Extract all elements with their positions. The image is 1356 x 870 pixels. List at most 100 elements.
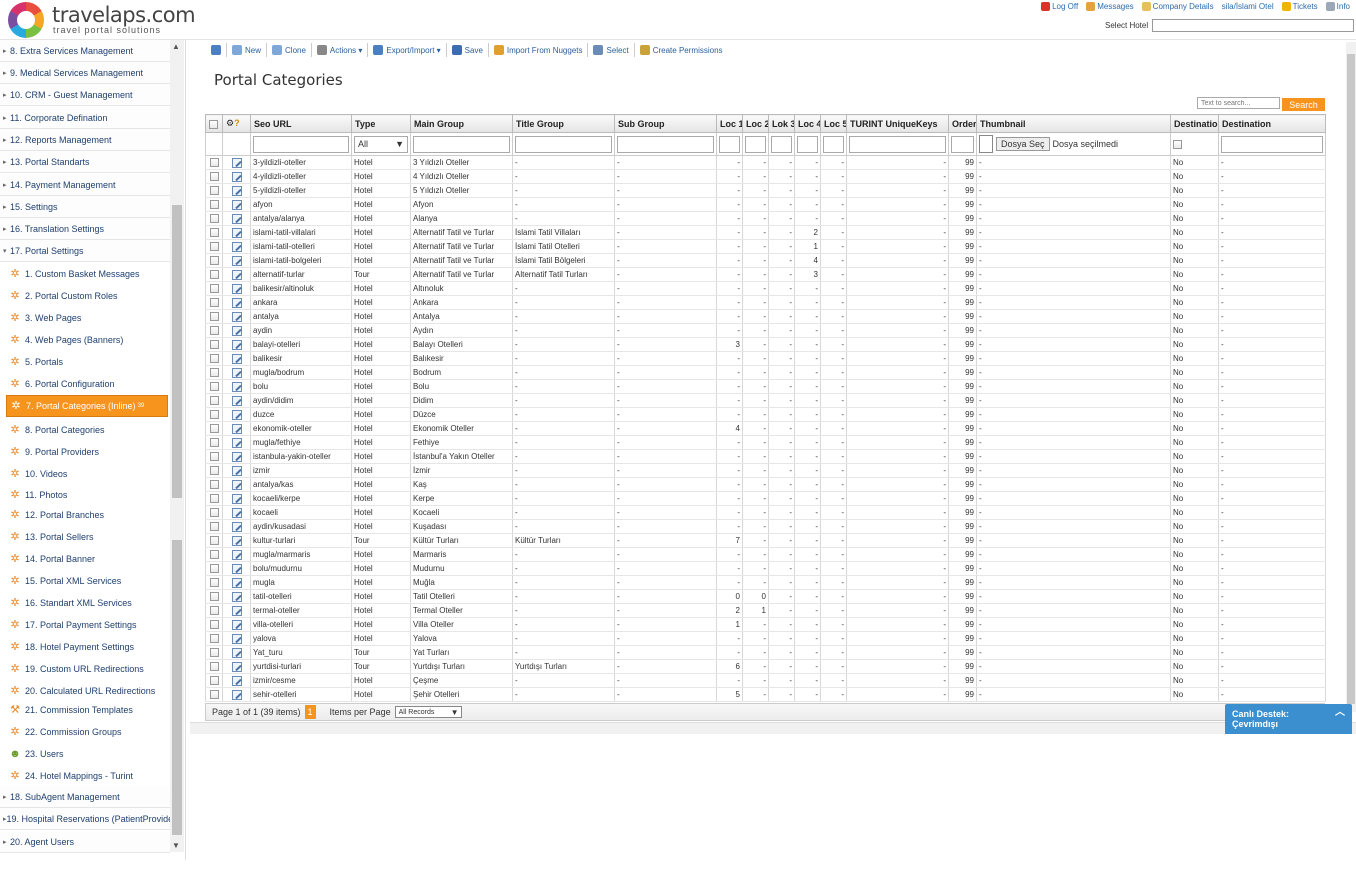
row-checkbox[interactable] bbox=[209, 172, 219, 182]
table-row[interactable]: aydin/didim Hotel Didim - - - - - - - -99- No - bbox=[205, 393, 1326, 408]
table-row[interactable]: yurtdisi-turlari Tour Yurtdışı Turları Yurt… bbox=[205, 659, 1326, 674]
table-row[interactable]: antalya/alanya Hotel Alanya - - - - - - - -99- No - bbox=[205, 211, 1326, 226]
table-row[interactable]: islami-tatil-bolgeleri Hotel Alternatif Ta… bbox=[205, 253, 1326, 268]
edit-icon[interactable] bbox=[231, 213, 242, 224]
filter-input[interactable] bbox=[515, 135, 612, 153]
edit-icon[interactable] bbox=[231, 661, 242, 672]
row-checkbox[interactable] bbox=[209, 662, 219, 672]
table-row[interactable]: kocaeli/kerpe Hotel Kerpe - - - - - - - -99- No - bbox=[205, 491, 1326, 506]
row-checkbox[interactable] bbox=[209, 452, 219, 462]
checkbox-icon[interactable] bbox=[209, 119, 218, 129]
table-row[interactable]: bolu/mudurnu Hotel Mudurnu - - - - - - - -99- No - bbox=[205, 561, 1326, 576]
sidebar-subitem-2[interactable]: ✲ 2. Portal Custom Roles bbox=[0, 285, 170, 307]
filter-input[interactable] bbox=[849, 135, 946, 153]
row-checkbox[interactable] bbox=[209, 214, 219, 224]
table-row[interactable]: aydin Hotel Aydın - - - - - - - -99- No - bbox=[205, 323, 1326, 338]
sidebar-item-14[interactable]: ▸ 14. Payment Management bbox=[0, 174, 170, 196]
edit-icon[interactable] bbox=[231, 227, 242, 238]
column-header-11[interactable]: Loc 5 bbox=[820, 114, 847, 133]
sidebar-subitem-24[interactable]: ✲ 24. Hotel Mappings - Turint bbox=[0, 765, 170, 787]
settings-icon[interactable]: ⚙ bbox=[226, 118, 234, 128]
vertical-scrollbar[interactable] bbox=[1346, 42, 1356, 712]
edit-icon[interactable] bbox=[231, 577, 242, 588]
search-button[interactable]: Search bbox=[1282, 98, 1325, 111]
toolbar-button-select[interactable]: Select bbox=[588, 43, 635, 57]
sidebar-subitem-18[interactable]: ✲ 18. Hotel Payment Settings bbox=[0, 636, 170, 658]
sidebar-subitem-14[interactable]: ✲ 14. Portal Banner bbox=[0, 548, 170, 570]
edit-icon[interactable] bbox=[231, 269, 242, 280]
row-checkbox[interactable] bbox=[209, 424, 219, 434]
toolbar-button-gear[interactable]: Actions ▾ bbox=[312, 43, 369, 57]
scroll-down-icon[interactable]: ▼ bbox=[172, 841, 180, 850]
row-checkbox[interactable] bbox=[209, 354, 219, 364]
sidebar-subitem-17[interactable]: ✲ 17. Portal Payment Settings bbox=[0, 614, 170, 636]
column-header-9[interactable]: Lok 3 bbox=[768, 114, 795, 133]
edit-icon[interactable] bbox=[231, 325, 242, 336]
row-checkbox[interactable] bbox=[209, 620, 219, 630]
row-checkbox[interactable] bbox=[209, 326, 219, 336]
row-checkbox[interactable] bbox=[209, 438, 219, 448]
edit-icon[interactable] bbox=[231, 353, 242, 364]
row-checkbox[interactable] bbox=[209, 648, 219, 658]
column-header-7[interactable]: Loc 1 bbox=[716, 114, 743, 133]
table-row[interactable]: 4-yildizli-oteller Hotel 4 Yıldızlı Otelle… bbox=[205, 169, 1326, 184]
column-header-14[interactable]: Thumbnail bbox=[976, 114, 1171, 133]
row-checkbox[interactable] bbox=[209, 298, 219, 308]
edit-icon[interactable] bbox=[231, 437, 242, 448]
logo[interactable]: travelaps.com travel portal solutions bbox=[8, 2, 196, 38]
row-checkbox[interactable] bbox=[209, 284, 219, 294]
row-checkbox[interactable] bbox=[209, 466, 219, 476]
sidebar-item-17[interactable]: ▾ 17. Portal Settings bbox=[0, 240, 170, 262]
row-checkbox[interactable] bbox=[209, 396, 219, 406]
filter-input[interactable] bbox=[745, 135, 766, 153]
table-row[interactable]: ankara Hotel Ankara - - - - - - - -99- No - bbox=[205, 295, 1326, 310]
column-header-13[interactable]: Order bbox=[948, 114, 977, 133]
edit-icon[interactable] bbox=[231, 619, 242, 630]
edit-icon[interactable] bbox=[231, 241, 242, 252]
table-row[interactable]: istanbula-yakin-oteller Hotel İstanbul'a Y… bbox=[205, 449, 1326, 464]
sidebar-subitem-11[interactable]: ✲ 11. Photos bbox=[0, 484, 170, 506]
sidebar-item-16[interactable]: ▸ 16. Translation Settings bbox=[0, 218, 170, 240]
row-checkbox[interactable] bbox=[209, 242, 219, 252]
row-checkbox[interactable] bbox=[209, 368, 219, 378]
sidebar-subitem-21[interactable]: ⚒ 21. Commission Templates bbox=[0, 699, 170, 721]
edit-icon[interactable] bbox=[231, 521, 242, 532]
edit-icon[interactable] bbox=[231, 563, 242, 574]
sidebar-subitem-4[interactable]: ✲ 4. Web Pages (Banners) bbox=[0, 329, 170, 351]
row-checkbox[interactable] bbox=[209, 312, 219, 322]
table-row[interactable]: ekonomik-oteller Hotel Ekonomik Oteller - -4… bbox=[205, 421, 1326, 436]
table-row[interactable]: izmir Hotel İzmir - - - - - - - -99- No - bbox=[205, 463, 1326, 478]
header-link-messages[interactable]: Messages bbox=[1086, 2, 1134, 11]
table-row[interactable]: mugla/fethiye Hotel Fethiye - - - - - - - -99- No - bbox=[205, 435, 1326, 450]
table-row[interactable]: tatil-otelleri Hotel Tatil Otelleri - -0 0- - -… bbox=[205, 589, 1326, 604]
filter-input[interactable] bbox=[617, 135, 714, 153]
row-checkbox[interactable] bbox=[209, 200, 219, 210]
row-checkbox[interactable] bbox=[209, 256, 219, 266]
edit-icon[interactable] bbox=[231, 367, 242, 378]
filter-input[interactable] bbox=[253, 135, 349, 153]
column-header-4[interactable]: Main Group bbox=[410, 114, 513, 133]
row-checkbox[interactable] bbox=[209, 270, 219, 280]
filter-input[interactable] bbox=[951, 135, 974, 153]
sidebar-item-8[interactable]: ▸ 8. Extra Services Management bbox=[0, 40, 170, 62]
edit-icon[interactable] bbox=[231, 423, 242, 434]
edit-icon[interactable] bbox=[231, 185, 242, 196]
items-per-page-select[interactable]: All Records bbox=[394, 706, 462, 718]
edit-icon[interactable] bbox=[231, 255, 242, 266]
edit-icon[interactable] bbox=[231, 297, 242, 308]
sidebar-subitem-1[interactable]: ✲ 1. Custom Basket Messages bbox=[0, 263, 170, 285]
edit-icon[interactable] bbox=[231, 591, 242, 602]
filter-input[interactable] bbox=[771, 135, 792, 153]
sidebar-item-20[interactable]: ▸ 20. Agent Users bbox=[0, 831, 170, 853]
edit-icon[interactable] bbox=[231, 465, 242, 476]
table-row[interactable]: mugla Hotel Muğla - - - - - - - -99- No - bbox=[205, 575, 1326, 590]
column-header-5[interactable]: Title Group bbox=[512, 114, 615, 133]
row-checkbox[interactable] bbox=[209, 382, 219, 392]
table-row[interactable]: duzce Hotel Düzce - - - - - - - -99- No - bbox=[205, 407, 1326, 422]
edit-icon[interactable] bbox=[231, 647, 242, 658]
row-checkbox[interactable] bbox=[209, 592, 219, 602]
table-row[interactable]: islami-tatil-otelleri Hotel Alternatif Tat… bbox=[205, 239, 1326, 254]
toolbar-button-save[interactable]: Save bbox=[447, 43, 489, 57]
column-header-12[interactable]: TURINT UniqueKeys bbox=[846, 114, 949, 133]
row-checkbox[interactable] bbox=[209, 550, 219, 560]
